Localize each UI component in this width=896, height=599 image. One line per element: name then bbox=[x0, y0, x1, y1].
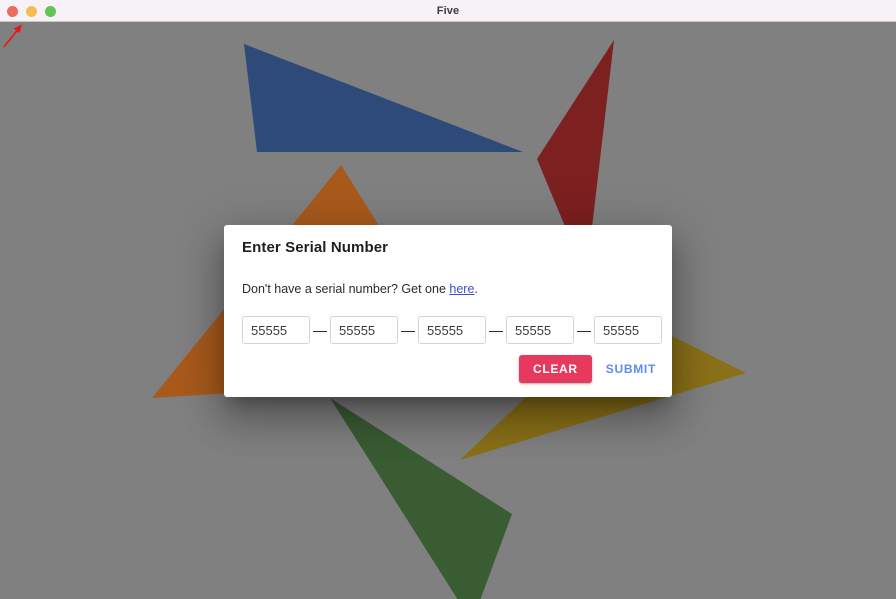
serial-part-3-input[interactable] bbox=[418, 316, 486, 344]
window-controls bbox=[7, 0, 56, 22]
serial-part-2-input[interactable] bbox=[330, 316, 398, 344]
serial-separator-1: — bbox=[313, 322, 327, 338]
serial-number-input-group: — — — — bbox=[242, 316, 662, 344]
serial-separator-3: — bbox=[489, 322, 503, 338]
red-triangle-shape bbox=[537, 40, 614, 236]
app-canvas: Enter Serial Number Don't have a serial … bbox=[0, 22, 896, 599]
window-title: Five bbox=[436, 4, 460, 17]
serial-part-1-input[interactable] bbox=[242, 316, 310, 344]
close-window-button[interactable] bbox=[7, 5, 18, 17]
serial-separator-4: — bbox=[577, 322, 591, 338]
dialog-title: Enter Serial Number bbox=[242, 239, 389, 256]
dialog-subtitle-prefix: Don't have a serial number? Get one bbox=[242, 282, 450, 296]
green-triangle-shape bbox=[330, 398, 512, 599]
serial-separator-2: — bbox=[401, 322, 415, 338]
minimize-window-button[interactable] bbox=[26, 5, 37, 17]
dialog-subtitle-suffix: . bbox=[474, 282, 478, 296]
blue-triangle-shape bbox=[244, 44, 523, 152]
maximize-window-button[interactable] bbox=[45, 5, 56, 17]
serial-part-5-input[interactable] bbox=[594, 316, 662, 344]
clear-button[interactable]: CLEAR bbox=[518, 355, 592, 383]
application-window: Five Enter Serial Number Don't have a se… bbox=[0, 0, 896, 599]
serial-part-4-input[interactable] bbox=[506, 316, 574, 344]
get-serial-link[interactable]: here bbox=[449, 282, 474, 296]
dialog-actions: CLEAR SUBMIT bbox=[518, 355, 662, 383]
submit-button[interactable]: SUBMIT bbox=[600, 355, 662, 383]
serial-number-dialog: Enter Serial Number Don't have a serial … bbox=[224, 225, 672, 397]
title-bar: Five bbox=[0, 0, 896, 22]
dialog-subtitle: Don't have a serial number? Get one here… bbox=[242, 282, 478, 296]
